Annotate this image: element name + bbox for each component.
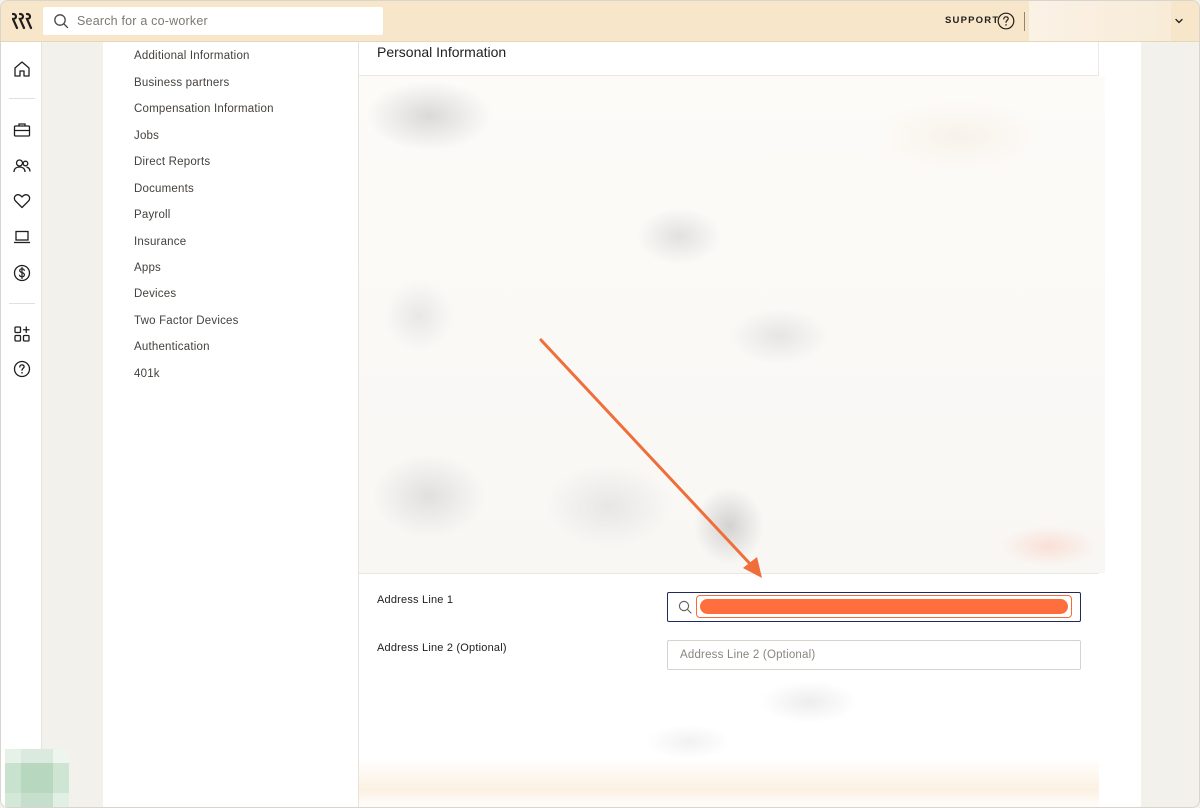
dollar-icon[interactable] [12, 263, 32, 283]
subnav-item-authentication[interactable]: Authentication [134, 341, 210, 353]
rail-divider [9, 303, 35, 304]
subnav-item-payroll[interactable]: Payroll [134, 209, 171, 221]
subnav-item-direct-reports[interactable]: Direct Reports [134, 156, 210, 168]
profile-subnav: Additional Information Business partners… [103, 42, 358, 807]
rippling-logo-icon[interactable] [12, 12, 34, 30]
personal-information-panel: Personal Information Address Line 1 Addr… [358, 42, 1105, 807]
subnav-item-jobs[interactable]: Jobs [134, 130, 159, 142]
coworker-search[interactable] [43, 7, 383, 35]
subnav-item-two-factor-devices[interactable]: Two Factor Devices [134, 315, 239, 327]
subnav-item-insurance[interactable]: Insurance [134, 236, 186, 248]
subnav-item-401k[interactable]: 401k [134, 368, 160, 380]
left-icon-rail [1, 42, 42, 807]
help-icon[interactable] [12, 359, 32, 379]
rail-divider [9, 98, 35, 99]
app-window: SUPPORT [0, 0, 1200, 808]
subnav-item-business-partners[interactable]: Business partners [134, 77, 229, 89]
avatar[interactable] [5, 749, 69, 807]
coworker-search-input[interactable] [77, 14, 357, 28]
section-divider [359, 573, 1099, 574]
laptop-icon[interactable] [12, 227, 32, 247]
redacted-content-area [359, 682, 1099, 807]
subnav-item-additional-information[interactable]: Additional Information [134, 50, 250, 62]
top-bar: SUPPORT [1, 1, 1199, 42]
topbar-divider [1024, 12, 1025, 31]
help-icon[interactable] [997, 12, 1015, 30]
heart-icon[interactable] [12, 191, 32, 211]
search-icon [678, 600, 692, 614]
search-icon [54, 14, 69, 29]
address-line-1-label: Address Line 1 [377, 594, 454, 606]
user-menu-redacted[interactable] [1029, 1, 1171, 41]
subnav-item-documents[interactable]: Documents [134, 183, 194, 195]
subnav-item-compensation-information[interactable]: Compensation Information [134, 103, 274, 115]
right-gutter [1141, 42, 1199, 807]
redacted-content-area [359, 76, 1105, 573]
address-line-2-input[interactable] [667, 640, 1081, 670]
subnav-item-apps[interactable]: Apps [134, 262, 161, 274]
panel-header: Personal Information [359, 42, 1099, 76]
address-line-1-redacted-value[interactable] [700, 599, 1068, 614]
address-line-1-field[interactable] [667, 592, 1081, 622]
subnav-item-devices[interactable]: Devices [134, 288, 176, 300]
chevron-down-icon[interactable] [1173, 15, 1185, 27]
home-icon[interactable] [12, 59, 32, 79]
people-icon[interactable] [12, 156, 32, 176]
support-link[interactable]: SUPPORT [945, 15, 999, 26]
apps-add-icon[interactable] [12, 324, 32, 344]
page-title: Personal Information [377, 44, 507, 60]
address-line-2-label: Address Line 2 (Optional) [377, 642, 507, 654]
main-content: Additional Information Business partners… [103, 42, 1141, 807]
briefcase-icon[interactable] [12, 120, 32, 140]
